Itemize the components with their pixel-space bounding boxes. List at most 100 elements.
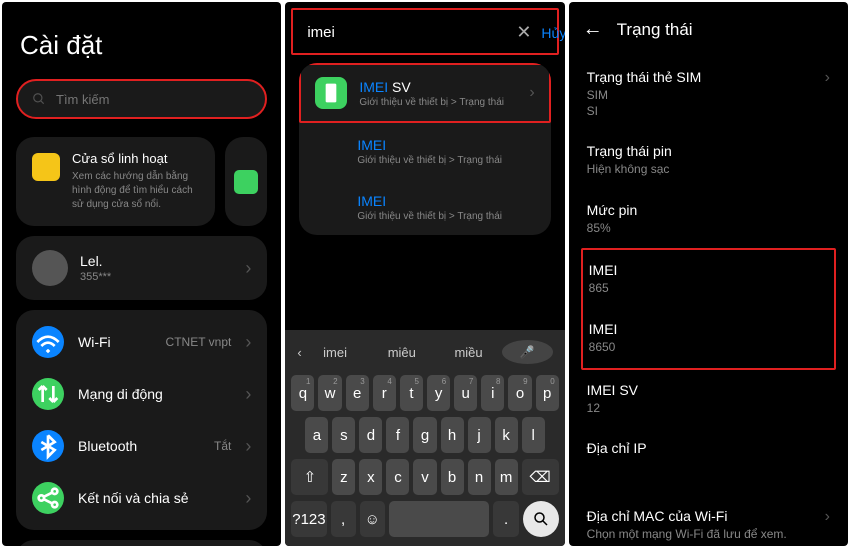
back-icon[interactable]: ← [583, 18, 603, 41]
item-value: 85% [587, 221, 830, 237]
status-item-sim[interactable]: › Trạng thái thẻ SIM SIM SI [587, 57, 830, 131]
result-title: IMEI SV [359, 79, 517, 95]
search-bar[interactable] [16, 79, 267, 119]
clear-icon[interactable]: ✕ [516, 22, 531, 43]
key-u[interactable]: u7 [454, 375, 477, 411]
status-item-ip: Địa chỉ IP [587, 428, 830, 468]
key-g[interactable]: g [413, 417, 436, 453]
chevron-left-icon[interactable]: ‹ [297, 345, 301, 360]
key-j[interactable]: j [468, 417, 491, 453]
key-q[interactable]: q1 [291, 375, 314, 411]
key-v[interactable]: v [413, 459, 436, 495]
row-label: Mạng di động [78, 386, 231, 402]
item-value: 8650 [589, 340, 828, 356]
search-input[interactable] [307, 24, 506, 41]
search-key[interactable] [523, 501, 559, 537]
settings-row-bluetooth[interactable]: Bluetooth Tắt › [32, 420, 251, 472]
status-item-battery: Trạng thái pin Hiện không sạc [587, 131, 830, 190]
status-item-imei: IMEI 865 [589, 250, 828, 309]
key-a[interactable]: a [305, 417, 328, 453]
share-icon [32, 482, 64, 514]
search-screen: ✕ Hủy IMEI SV Giới thiệu về thiết bị > T… [285, 2, 564, 546]
key-r[interactable]: r4 [373, 375, 396, 411]
key-o[interactable]: o9 [508, 375, 531, 411]
key-e[interactable]: e3 [346, 375, 369, 411]
wifi-icon [32, 326, 64, 358]
search-input[interactable] [56, 92, 251, 107]
key-c[interactable]: c [386, 459, 409, 495]
settings-row-wifi[interactable]: Wi-Fi CTNET vnpt › [32, 316, 251, 368]
key-h[interactable]: h [441, 417, 464, 453]
search-bar: ✕ Hủy [291, 8, 558, 55]
chevron-right-icon: › [825, 508, 830, 526]
mic-icon[interactable]: 🎤 [502, 340, 553, 364]
mobile-data-icon [32, 378, 64, 410]
result-path: Giới thiệu về thiết bị > Trạng thái [357, 155, 536, 166]
key-m[interactable]: m [495, 459, 518, 495]
key-s[interactable]: s [332, 417, 355, 453]
device-icon [315, 77, 347, 109]
key-p[interactable]: p0 [536, 375, 559, 411]
comma-key[interactable]: , [331, 501, 356, 537]
key-b[interactable]: b [441, 459, 464, 495]
chevron-right-icon: › [245, 332, 251, 353]
window-icon [32, 153, 60, 181]
item-value: SIM SI [587, 88, 830, 119]
chevron-right-icon: › [825, 69, 830, 87]
item-label: IMEI SV [587, 382, 830, 398]
period-key[interactable]: . [493, 501, 518, 537]
search-results: IMEI SV Giới thiệu về thiết bị > Trạng t… [299, 63, 550, 235]
key-z[interactable]: z [332, 459, 355, 495]
blank-icon [313, 135, 345, 167]
key-y[interactable]: y6 [427, 375, 450, 411]
shift-key[interactable]: ⇧ [291, 459, 328, 495]
key-d[interactable]: d [359, 417, 382, 453]
chevron-right-icon: › [245, 384, 251, 405]
key-n[interactable]: n [468, 459, 491, 495]
space-key[interactable] [389, 501, 490, 537]
item-value: 12 [587, 401, 830, 417]
chevron-right-icon: › [529, 84, 534, 102]
result-path: Giới thiệu về thiết bị > Trạng thái [357, 211, 536, 222]
search-icon [32, 92, 46, 106]
header: ← Trạng thái [569, 2, 848, 57]
settings-row-share[interactable]: Kết nối và chia sẻ › [32, 472, 251, 524]
key-t[interactable]: t5 [400, 375, 423, 411]
key-x[interactable]: x [359, 459, 382, 495]
suggestion[interactable]: miêu [376, 345, 427, 360]
row-value: Tắt [214, 439, 231, 453]
result-title: IMEI [357, 193, 536, 209]
suggestion[interactable]: miều [443, 345, 494, 360]
key-w[interactable]: w2 [318, 375, 341, 411]
key-l[interactable]: l [522, 417, 545, 453]
settings-row-mobile[interactable]: Mạng di động › [32, 368, 251, 420]
backspace-key[interactable]: ⌫ [522, 459, 559, 495]
status-item-mac[interactable]: › Địa chỉ MAC của Wi-Fi Chọn một mạng Wi… [587, 496, 830, 546]
tip-title: Cửa sổ linh hoạt [72, 151, 199, 166]
result-path: Giới thiệu về thiết bị > Trạng thái [359, 97, 517, 108]
tip-card[interactable]: Cửa sổ linh hoạt Xem các hướng dẫn bằng … [16, 137, 215, 226]
search-result[interactable]: IMEI SV Giới thiệu về thiết bị > Trạng t… [299, 63, 550, 123]
cancel-button[interactable]: Hủy [541, 25, 564, 41]
chevron-right-icon: › [245, 258, 251, 279]
chevron-right-icon: › [245, 436, 251, 457]
tip-desc: Xem các hướng dẫn bằng hình động để tìm … [72, 170, 199, 212]
tip-card-secondary[interactable] [225, 137, 267, 226]
search-result[interactable]: IMEI Giới thiệu về thiết bị > Trạng thái [299, 179, 550, 235]
status-item-battery-level: Mức pin 85% [587, 190, 830, 249]
key-k[interactable]: k [495, 417, 518, 453]
key-f[interactable]: f [386, 417, 409, 453]
battery-icon [234, 170, 258, 194]
item-value: Hiện không sạc [587, 162, 830, 178]
chevron-right-icon: › [245, 488, 251, 509]
numbers-key[interactable]: ?123 [291, 501, 326, 537]
suggestion[interactable]: imei [310, 345, 361, 360]
keyboard: ‹ imei miêu miều 🎤 q1w2e3r4t5y6u7i8o9p0 … [285, 330, 564, 546]
profile-row[interactable]: Lel. 355*** › [16, 236, 267, 300]
key-i[interactable]: i8 [481, 375, 504, 411]
result-title: IMEI [357, 137, 536, 153]
item-label: Mức pin [587, 202, 830, 218]
search-result[interactable]: IMEI Giới thiệu về thiết bị > Trạng thái [299, 123, 550, 179]
emoji-key[interactable]: ☺ [360, 501, 385, 537]
item-label: Địa chỉ IP [587, 440, 830, 456]
